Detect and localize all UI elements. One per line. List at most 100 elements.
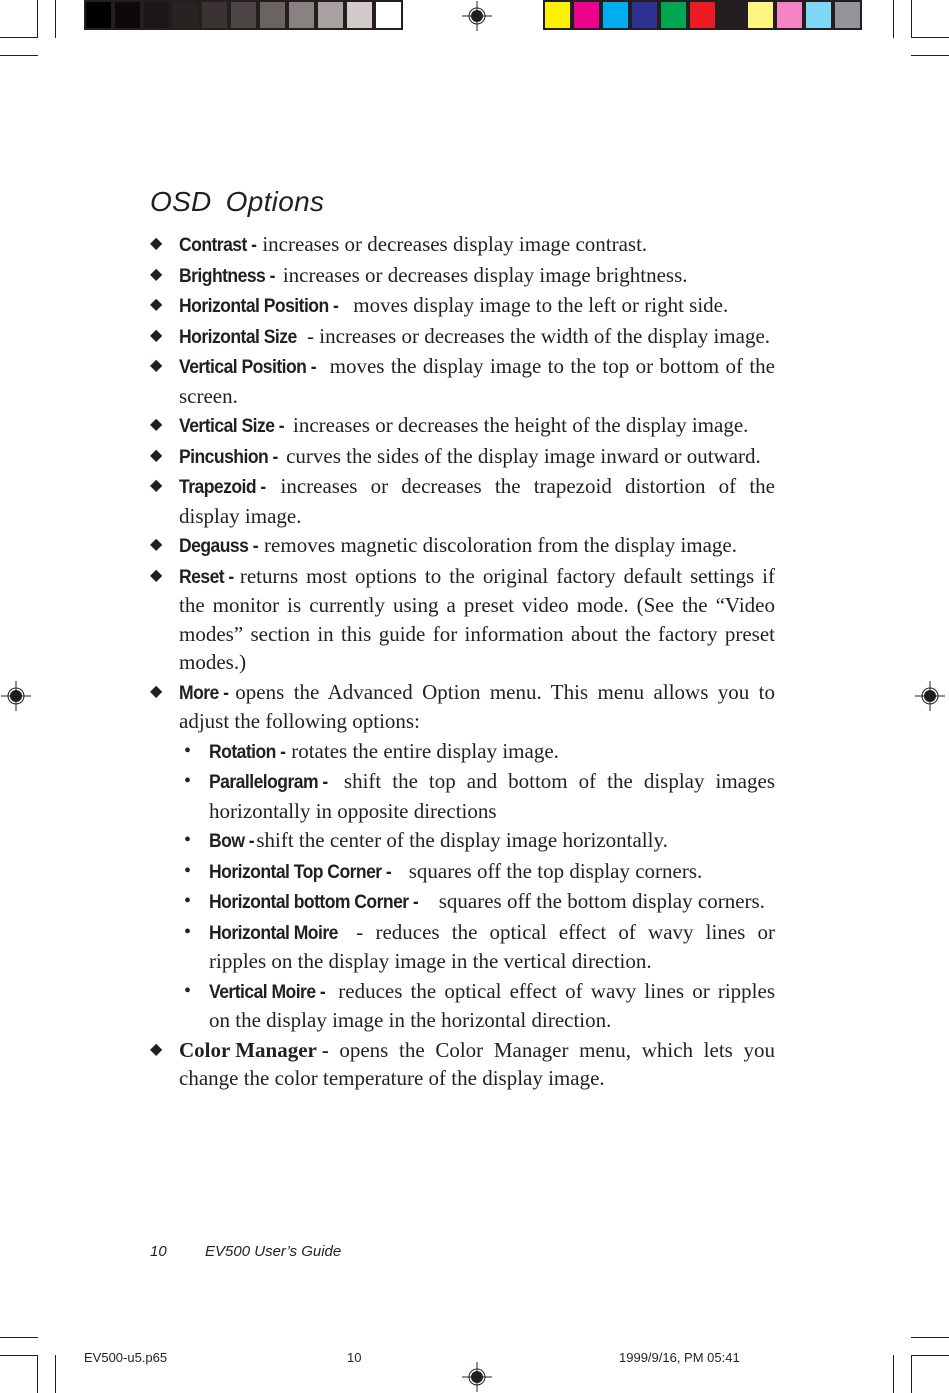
gray-swatch bbox=[86, 2, 111, 28]
gray-swatch bbox=[289, 2, 314, 28]
option-term: Horizontal bottom Corner - bbox=[209, 891, 419, 913]
crop-mark bbox=[911, 1355, 949, 1356]
color-swatch bbox=[835, 2, 860, 28]
diamond-bullet-icon: ◆ bbox=[150, 416, 163, 433]
bullet-icon: • bbox=[184, 920, 192, 943]
option-item: ◆ Brightness - increases or decreases dis… bbox=[150, 261, 775, 291]
options-list: ◆ Contrast - increases or decreases displ… bbox=[150, 230, 775, 1094]
option-term: Horizontal Position - bbox=[179, 295, 339, 317]
option-description: squares off the bottom display corners. bbox=[433, 889, 765, 913]
option-item: ◆ Trapezoid - increases or decreases the … bbox=[150, 472, 775, 530]
color-swatch bbox=[661, 2, 686, 28]
diamond-bullet-icon: ◆ bbox=[150, 326, 163, 344]
option-description: opens the Advanced Option menu. This men… bbox=[179, 679, 775, 734]
option-item: ◆ More - opens the Advanced Option menu. … bbox=[150, 678, 775, 736]
diamond-bullet-icon: ◆ bbox=[150, 296, 163, 313]
gray-swatch bbox=[318, 2, 343, 28]
option-term: Vertical Size - bbox=[179, 415, 285, 437]
option-description: shift the center of the display image ho… bbox=[251, 828, 668, 852]
bullet-icon: • bbox=[184, 829, 192, 851]
option-description: increases or decreases display image con… bbox=[257, 232, 648, 256]
option-description: increases or decreases the height of the… bbox=[287, 413, 749, 437]
option-term: Horizontal Moire bbox=[209, 921, 338, 944]
gray-swatch bbox=[347, 2, 372, 28]
option-item: ◆ Vertical Size - increases or decreases … bbox=[150, 411, 775, 441]
slug-filename: EV500-u5.p65 bbox=[84, 1350, 168, 1365]
crop-mark bbox=[37, 1355, 38, 1393]
crop-mark bbox=[911, 1355, 912, 1393]
option-item: ◆ Pincushion - curves the sides of the di… bbox=[150, 442, 775, 472]
option-term: Vertical Moire - bbox=[209, 980, 326, 1003]
option-description: increases or decreases the trapezoid dis… bbox=[179, 474, 775, 528]
option-description: returns most options to the original fac… bbox=[179, 563, 775, 675]
diamond-bullet-icon: ◆ bbox=[150, 1040, 163, 1058]
sub-option-item: • Horizontal Moire - reduces the optical … bbox=[150, 918, 775, 976]
diamond-bullet-icon: ◆ bbox=[150, 235, 163, 252]
option-term: Pincushion - bbox=[179, 445, 278, 468]
color-swatch bbox=[777, 2, 802, 28]
crop-mark bbox=[0, 37, 38, 38]
diamond-bullet-icon: ◆ bbox=[150, 357, 163, 374]
option-item: ◆ Horizontal Position - moves display ima… bbox=[150, 291, 775, 321]
gray-swatch bbox=[231, 2, 256, 28]
slug-timestamp: 1999/9/16, PM 05:41 bbox=[619, 1350, 740, 1365]
bullet-icon: • bbox=[184, 859, 192, 882]
sub-option-item: • Parallelogram - shift the top and botto… bbox=[150, 767, 775, 825]
crop-mark bbox=[911, 1337, 949, 1338]
page-footer: 10 EV500 User’s Guide bbox=[150, 1243, 341, 1260]
slug-page: 10 bbox=[347, 1350, 362, 1365]
crop-mark bbox=[893, 0, 894, 38]
option-term: Horizontal Top Corner - bbox=[209, 860, 392, 883]
crop-mark bbox=[893, 1355, 894, 1393]
crop-mark bbox=[0, 1337, 38, 1338]
gray-swatch bbox=[260, 2, 285, 28]
color-swatch bbox=[603, 2, 628, 28]
option-item: ◆ Color Manager - opens the Color Manager… bbox=[150, 1036, 775, 1093]
crop-mark bbox=[55, 1355, 56, 1393]
crop-mark bbox=[911, 55, 949, 56]
registration-mark-icon bbox=[462, 1, 492, 31]
option-term: Parallelogram - bbox=[209, 771, 328, 793]
crop-mark bbox=[55, 0, 56, 38]
option-description: curves the sides of the display image in… bbox=[280, 443, 761, 468]
gray-swatch bbox=[144, 2, 169, 28]
color-swatch bbox=[748, 2, 773, 28]
gray-swatch bbox=[376, 2, 401, 28]
crop-mark bbox=[911, 0, 912, 38]
diamond-bullet-icon: ◆ bbox=[150, 446, 163, 464]
bullet-icon: • bbox=[184, 770, 192, 792]
guide-title: EV500 User’s Guide bbox=[205, 1243, 342, 1260]
diamond-bullet-icon: ◆ bbox=[150, 536, 163, 553]
diamond-bullet-icon: ◆ bbox=[150, 682, 163, 700]
bullet-icon: • bbox=[184, 890, 192, 912]
option-item: ◆ Horizontal Size - increases or decrease… bbox=[150, 322, 775, 352]
color-swatch bbox=[719, 2, 744, 28]
sub-option-item: • Rotation - rotates the entire display i… bbox=[150, 737, 775, 767]
gray-ramp-bar bbox=[84, 0, 403, 30]
registration-mark-icon bbox=[915, 681, 945, 711]
bullet-icon: • bbox=[184, 979, 192, 1002]
color-bar bbox=[543, 0, 862, 30]
color-swatch bbox=[545, 2, 570, 28]
option-term: Brightness - bbox=[179, 264, 275, 287]
option-description: moves display image to the left or right… bbox=[347, 293, 729, 317]
option-item: ◆ Contrast - increases or decreases displ… bbox=[150, 230, 775, 260]
gray-swatch bbox=[202, 2, 227, 28]
color-swatch bbox=[574, 2, 599, 28]
option-term: Vertical Position - bbox=[179, 356, 317, 378]
page-number: 10 bbox=[150, 1243, 167, 1260]
option-description: rotates the entire display image. bbox=[285, 738, 559, 763]
sub-option-item: • Horizontal Top Corner - squares off the… bbox=[150, 857, 775, 887]
sub-option-item: • Bow - shift the center of the display i… bbox=[150, 826, 775, 856]
option-term: Horizontal Size bbox=[179, 325, 297, 348]
crop-mark bbox=[0, 1355, 38, 1356]
option-term: More - bbox=[179, 681, 229, 704]
color-swatch bbox=[690, 2, 715, 28]
option-term: Trapezoid - bbox=[179, 476, 266, 498]
diamond-bullet-icon: ◆ bbox=[150, 566, 163, 584]
color-swatch bbox=[632, 2, 657, 28]
option-item: ◆ Degauss - removes magnetic discoloratio… bbox=[150, 531, 775, 561]
sub-option-item: • Vertical Moire - reduces the optical ef… bbox=[150, 977, 775, 1035]
registration-mark-icon bbox=[462, 1362, 492, 1392]
crop-mark bbox=[0, 55, 38, 56]
